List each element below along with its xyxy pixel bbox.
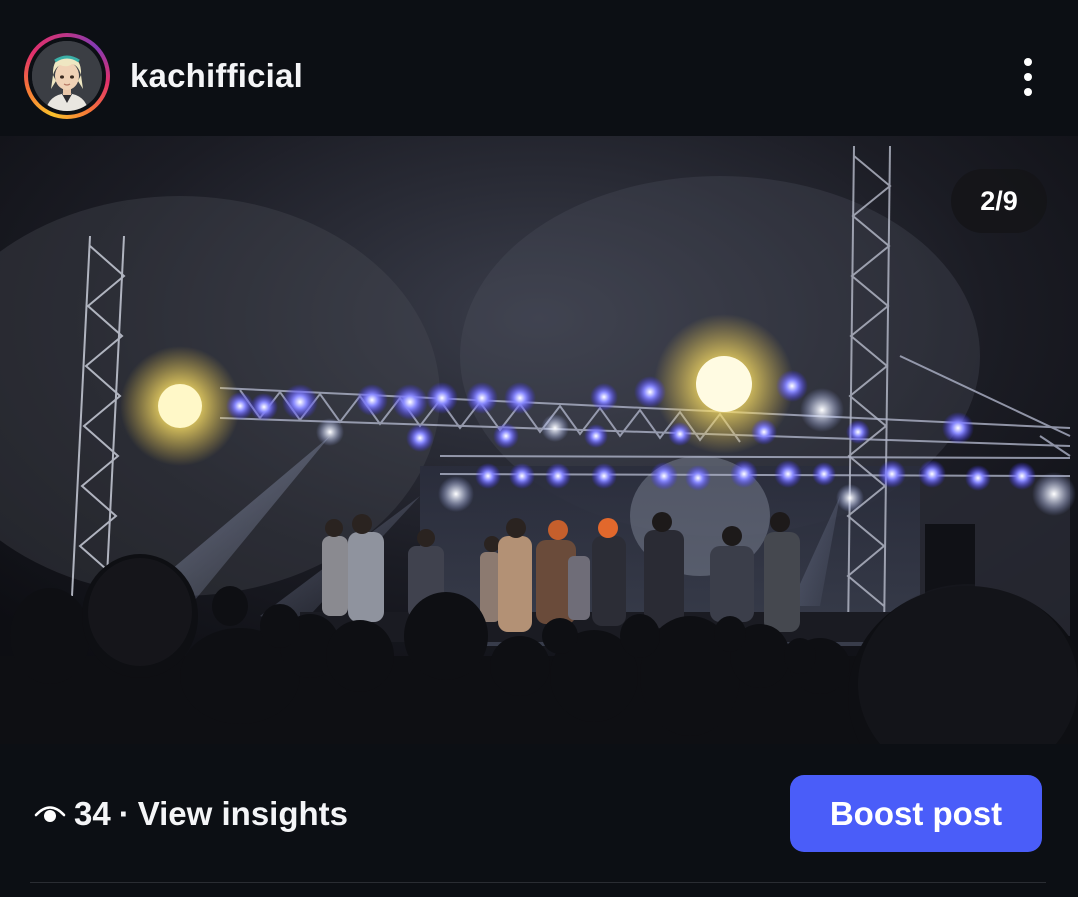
concert-stage-image	[0, 136, 1078, 744]
avatar	[32, 41, 102, 111]
divider	[30, 882, 1046, 883]
story-ring[interactable]	[24, 33, 110, 119]
username[interactable]: kachifficial	[130, 56, 303, 96]
cartoon-avatar-icon	[32, 41, 102, 111]
eye-icon	[34, 806, 66, 822]
post-header: kachifficial	[0, 0, 1078, 136]
post-photo[interactable]: 2/9	[0, 136, 1078, 744]
post-card: kachifficial 2/9 34 · View insights Boos…	[0, 0, 1078, 897]
separator-dot: ·	[118, 795, 130, 832]
post-footer: 34 · View insights Boost post	[0, 744, 1078, 897]
view-insights-label: View insights	[137, 795, 348, 832]
views-count: 34	[74, 795, 111, 832]
image-counter-badge: 2/9	[951, 169, 1047, 233]
view-insights-link[interactable]: 34 · View insights	[34, 792, 348, 836]
boost-post-button[interactable]: Boost post	[790, 775, 1042, 852]
more-options-icon[interactable]	[1008, 56, 1048, 98]
